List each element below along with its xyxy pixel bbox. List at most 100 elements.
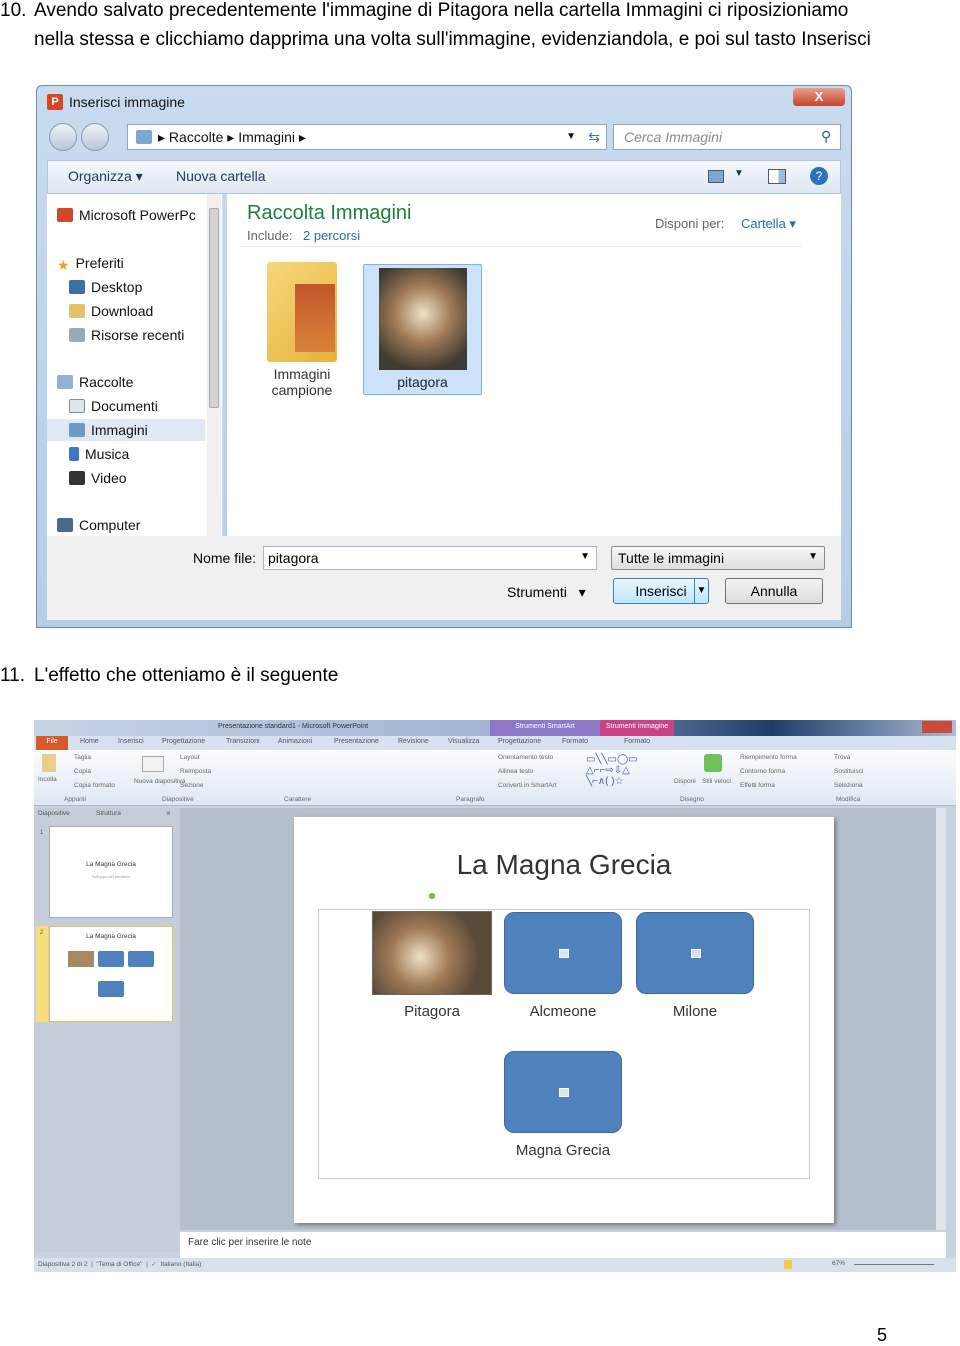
chevron-down-icon[interactable]: ▼ <box>566 125 576 149</box>
nav-item-music[interactable]: Musica <box>69 443 227 465</box>
close-pane-icon[interactable]: × <box>166 809 171 818</box>
shape-fill-button[interactable]: Riempimento forma <box>740 754 797 761</box>
spellcheck-icon[interactable]: ✓ <box>151 1261 156 1268</box>
address-bar[interactable]: ▸ Raccolte ▸ Immagini ▸ ▼ ⇆ <box>127 124 607 150</box>
cut-button[interactable]: Taglia <box>74 754 91 761</box>
back-button[interactable] <box>49 123 77 151</box>
new-folder-button[interactable]: Nuova cartella <box>176 168 266 184</box>
reset-button[interactable]: Reimposta <box>180 768 211 775</box>
tab-smartart-design[interactable]: Progettazione <box>498 738 541 745</box>
help-icon[interactable]: ? <box>810 167 828 185</box>
select-button[interactable]: Seleziona <box>834 782 863 789</box>
normal-view-icon[interactable] <box>784 1260 792 1269</box>
pitagora-image[interactable] <box>372 911 492 995</box>
current-slide[interactable]: La Magna Grecia Pitagora Alcmeone Milone… <box>294 817 834 1223</box>
tab-file[interactable]: File <box>36 736 68 750</box>
nav-item-video[interactable]: Video <box>69 467 227 489</box>
folder-item[interactable]: Immagini campione <box>247 256 357 406</box>
organize-button[interactable]: Organizza ▾ <box>68 168 143 185</box>
tab-smartart-format[interactable]: Formato <box>562 738 588 745</box>
image-item-selected[interactable]: pitagora <box>363 264 482 395</box>
breadcrumb-raccolte[interactable]: Raccolte <box>169 129 223 145</box>
tab-view[interactable]: Visualizza <box>448 738 479 745</box>
find-button[interactable]: Trova <box>834 754 850 761</box>
pitagora-thumbnail <box>378 268 467 370</box>
smartart-node-milone[interactable] <box>636 912 754 994</box>
filename-input[interactable]: pitagora ▼ <box>263 546 597 570</box>
convert-smartart-button[interactable]: Converti in SmartArt <box>498 782 557 789</box>
paste-button[interactable]: Incolla <box>38 776 57 783</box>
view-icon[interactable] <box>708 170 724 183</box>
shape-outline-button[interactable]: Contorno forma <box>740 768 785 775</box>
quick-styles-button[interactable]: Stili veloci <box>702 778 731 785</box>
copy-button[interactable]: Copia <box>74 768 91 775</box>
nav-item-computer[interactable]: Computer <box>57 514 215 536</box>
nav-item-powerpoint[interactable]: Microsoft PowerPc <box>57 204 215 226</box>
slide-thumbnail-1[interactable]: La Magna Grecia Sviluppo del pensiero <box>49 826 173 918</box>
node-label[interactable]: Pitagora <box>362 1003 502 1020</box>
navigation-pane: Microsoft PowerPc ★ Preferiti Desktop Dow… <box>47 194 223 536</box>
arrange-dropdown[interactable]: Cartella ▾ <box>741 216 796 232</box>
tab-design[interactable]: Progettazione <box>162 738 205 745</box>
align-text-button[interactable]: Allinea testo <box>498 768 533 775</box>
close-button[interactable]: X <box>793 88 845 106</box>
shape-effects-button[interactable]: Effetti forma <box>740 782 775 789</box>
file-type-select[interactable]: Tutte le immagini ▼ <box>611 546 825 570</box>
nav-item-download[interactable]: Download <box>69 300 227 322</box>
search-input[interactable]: Cerca Immagini <box>613 124 841 150</box>
chevron-down-icon[interactable]: ▼ <box>734 168 744 179</box>
rotate-handle[interactable] <box>429 893 435 899</box>
tab-review[interactable]: Revisione <box>398 738 429 745</box>
slide-counter: Diapositiva 2 di 2 <box>38 1261 88 1268</box>
include-link[interactable]: 2 percorsi <box>303 228 360 243</box>
nav-item-images[interactable]: Immagini <box>47 419 205 441</box>
cancel-button[interactable]: Annulla <box>725 578 823 604</box>
preview-pane-icon[interactable] <box>768 169 786 184</box>
text-direction-button[interactable]: Orientamento testo <box>498 754 553 761</box>
tools-dropdown[interactable]: Strumenti ▾ <box>507 584 586 601</box>
node-label[interactable]: Magna Grecia <box>493 1142 633 1159</box>
shapes-gallery[interactable]: ▭╲╲▭◯▭ △⌐⌐⇨⇩△ ╲⌐∧( )☆ <box>586 754 638 787</box>
tab-transitions[interactable]: Transizioni <box>226 738 260 745</box>
node-label[interactable]: Milone <box>625 1003 765 1020</box>
insert-button[interactable]: Inserisci ▼ <box>613 578 709 604</box>
forward-button[interactable] <box>81 123 109 151</box>
language[interactable]: Italiano (Italia) <box>160 1261 201 1268</box>
page-number: 5 <box>877 1325 888 1345</box>
nav-item-recent[interactable]: Risorse recenti <box>69 324 227 346</box>
close-button[interactable] <box>922 721 952 733</box>
arrange-button[interactable]: Disponi <box>674 778 696 785</box>
vertical-scrollbar[interactable] <box>936 808 946 1230</box>
nav-item-documents[interactable]: Documenti <box>69 395 227 417</box>
tab-home[interactable]: Home <box>80 738 99 745</box>
tab-insert[interactable]: Inserisci <box>118 738 144 745</box>
tab-slides[interactable]: Diapositive <box>38 810 70 817</box>
editing-group-label: Modifica <box>836 796 861 803</box>
nav-scrollbar[interactable] <box>207 194 221 536</box>
zoom-slider[interactable] <box>854 1264 934 1265</box>
new-slide-button[interactable]: Nuova diapositiva <box>134 778 185 785</box>
refresh-icon[interactable]: ⇆ <box>588 125 600 149</box>
tab-slideshow[interactable]: Presentazione <box>334 738 379 745</box>
nav-item-favorites[interactable]: ★ Preferiti <box>57 252 215 274</box>
nav-item-libraries[interactable]: Raccolte <box>57 371 215 393</box>
nav-item-desktop[interactable]: Desktop <box>69 276 227 298</box>
breadcrumb-immagini[interactable]: Immagini <box>238 129 295 145</box>
zoom-level[interactable]: 67% <box>832 1260 845 1267</box>
chevron-down-icon: ▼ <box>580 551 590 562</box>
smartart-node-magna-grecia[interactable] <box>504 1051 622 1133</box>
tab-animations[interactable]: Animazioni <box>278 738 312 745</box>
tab-image-format[interactable]: Formato <box>624 738 650 745</box>
node-label[interactable]: Alcmeone <box>493 1003 633 1020</box>
search-icon[interactable]: ⚲ <box>821 128 831 145</box>
layout-button[interactable]: Layout <box>180 754 200 761</box>
format-painter-button[interactable]: Copia formato <box>74 782 115 789</box>
slides-group-label: Diapositive <box>162 796 194 803</box>
slide-thumbnail-2[interactable]: La Magna Grecia <box>49 926 173 1022</box>
replace-button[interactable]: Sostituisci <box>834 768 863 775</box>
tab-outline[interactable]: Struttura <box>96 810 121 817</box>
slide-title[interactable]: La Magna Grecia <box>294 849 834 881</box>
smartart-node-alcmeone[interactable] <box>504 912 622 994</box>
notes-input[interactable]: Fare clic per inserire le note <box>180 1232 946 1258</box>
section-button[interactable]: Sezione <box>180 782 204 789</box>
